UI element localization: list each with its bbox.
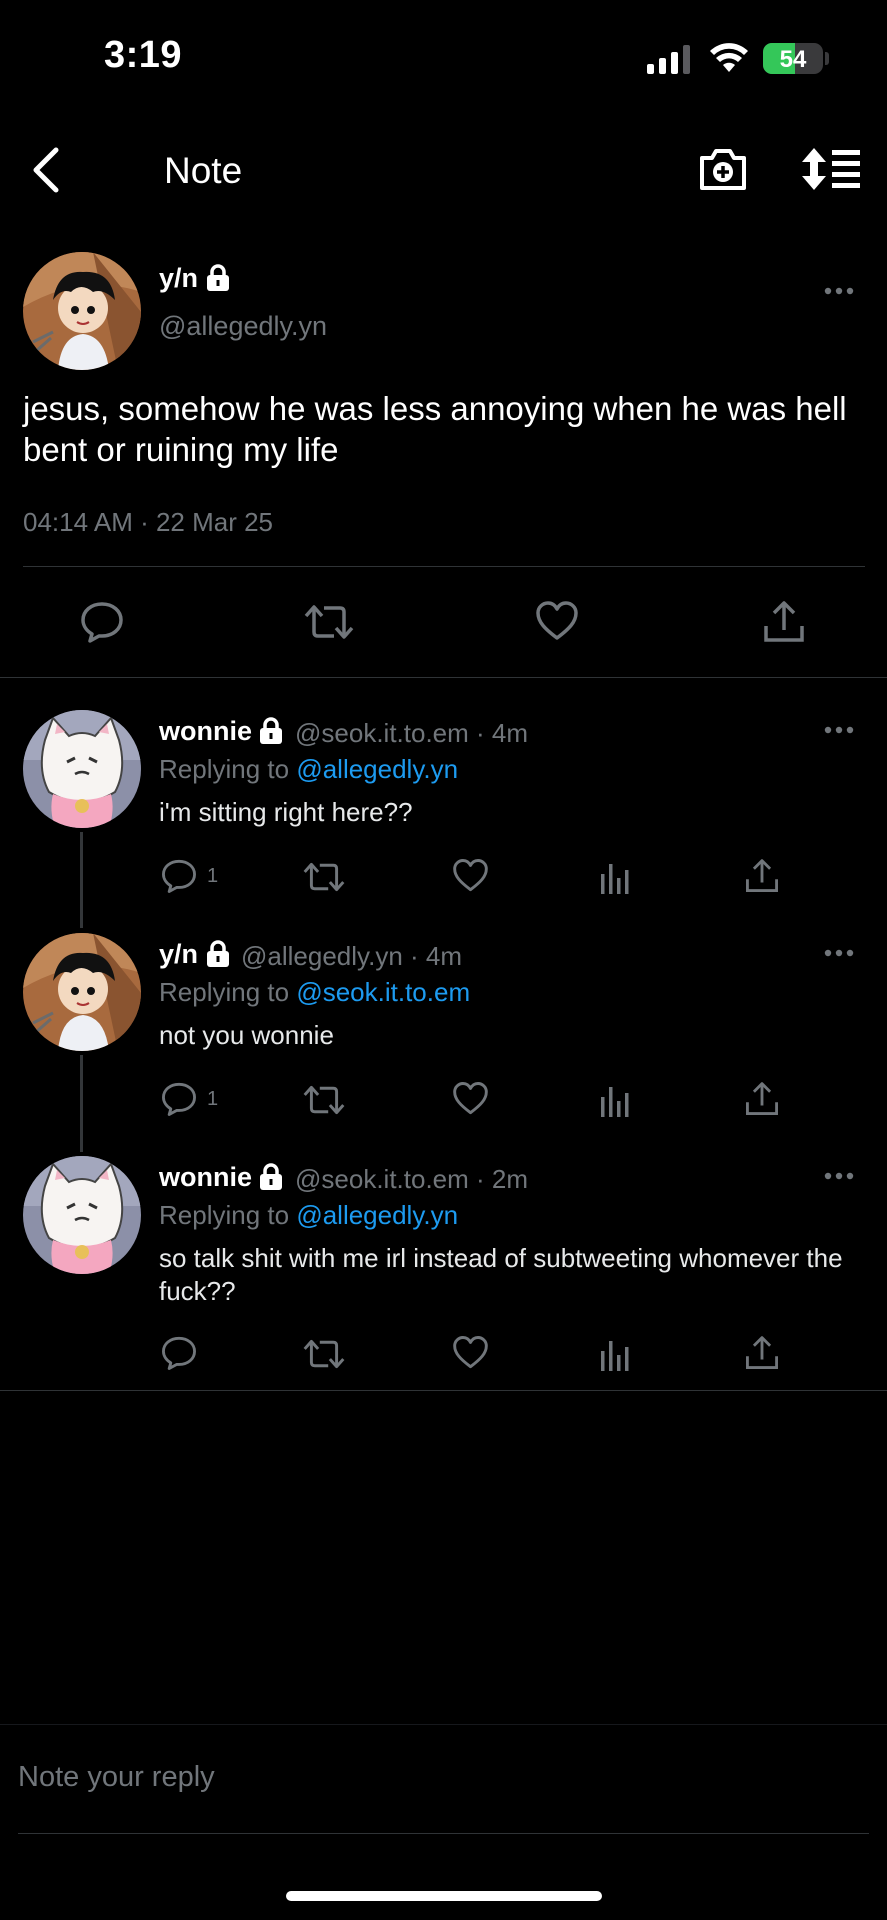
repost-icon <box>303 1339 345 1369</box>
battery-indicator: 54 <box>763 43 823 74</box>
more-options-icon[interactable] <box>824 287 854 295</box>
camera-plus-button[interactable] <box>698 146 748 192</box>
views-button[interactable] <box>600 1083 632 1117</box>
lock-icon <box>258 717 284 745</box>
page-title: Note <box>164 150 243 191</box>
like-button[interactable] <box>452 1081 489 1116</box>
share-icon <box>746 859 778 892</box>
share-button[interactable] <box>745 1335 779 1371</box>
reply-button[interactable] <box>161 1335 207 1371</box>
divider <box>0 1390 887 1391</box>
author-name[interactable]: wonnie <box>159 716 252 746</box>
reply-header: wonnie <box>159 1162 252 1193</box>
camera-plus-icon <box>700 149 746 190</box>
reply-count: 1 <box>207 1087 219 1110</box>
author-name[interactable]: y/n <box>159 939 198 969</box>
chevron-left-icon <box>33 147 59 193</box>
divider <box>18 1833 869 1834</box>
comment-icon <box>81 602 123 643</box>
author-handle[interactable]: @seok.it.to.em · 4m <box>295 718 528 749</box>
views-button[interactable] <box>600 1337 632 1371</box>
heart-icon <box>453 1082 488 1115</box>
like-button[interactable] <box>452 1335 489 1370</box>
lock-icon <box>258 1163 284 1191</box>
repost-button[interactable] <box>303 860 345 894</box>
share-button[interactable] <box>763 600 805 644</box>
reply-header: wonnie <box>159 716 252 747</box>
mention-link[interactable]: @allegedly.yn <box>296 1200 458 1230</box>
repost-button[interactable] <box>303 1083 345 1117</box>
share-icon <box>746 1336 778 1369</box>
analytics-icon <box>601 1087 629 1117</box>
reply-button[interactable] <box>80 600 124 644</box>
thread-line <box>80 832 83 928</box>
thread-line <box>80 1055 83 1152</box>
comment-icon <box>162 859 196 893</box>
divider <box>0 1724 887 1725</box>
comment-icon <box>162 1082 196 1116</box>
more-options-icon[interactable] <box>824 1172 854 1180</box>
sort-button[interactable] <box>802 146 862 192</box>
reply-count: 1 <box>207 864 219 887</box>
reply-text: so talk shit with me irl instead of subt… <box>159 1243 843 1306</box>
post-text: jesus, somehow he was less annoying when… <box>23 390 847 468</box>
reply-header: y/n <box>159 939 198 970</box>
author-name[interactable]: wonnie <box>159 1162 252 1192</box>
back-button[interactable] <box>30 146 64 194</box>
like-button[interactable] <box>452 858 489 893</box>
repost-icon <box>303 862 345 892</box>
comment-icon <box>162 1336 196 1370</box>
heart-icon <box>536 601 578 640</box>
share-button[interactable] <box>745 1081 779 1117</box>
reply-button[interactable]: 1 <box>161 1081 218 1117</box>
author-name[interactable]: y/n <box>159 263 198 294</box>
heart-icon <box>453 859 488 892</box>
divider <box>0 677 887 678</box>
divider <box>23 566 865 567</box>
share-icon <box>764 601 804 642</box>
repost-icon <box>304 605 354 639</box>
replying-to: Replying to @allegedly.yn <box>159 754 459 784</box>
analytics-icon <box>601 1341 629 1371</box>
reply-button[interactable]: 1 <box>161 858 218 894</box>
analytics-icon <box>601 864 629 894</box>
share-button[interactable] <box>745 858 779 894</box>
author-handle[interactable]: @seok.it.to.em · 2m <box>295 1164 528 1195</box>
reply-compose-input[interactable]: Note your reply <box>18 1761 215 1794</box>
reply-text: i'm sitting right here?? <box>159 797 413 827</box>
author-handle[interactable]: @allegedly.yn · 4m <box>241 941 462 972</box>
signal-icon <box>647 44 693 74</box>
home-indicator[interactable] <box>286 1891 602 1901</box>
views-button[interactable] <box>600 860 632 894</box>
reply-text: not you wonnie <box>159 1020 334 1050</box>
wifi-icon <box>709 42 749 73</box>
repost-icon <box>303 1085 345 1115</box>
status-time: 3:19 <box>104 34 183 76</box>
avatar[interactable] <box>23 1156 141 1274</box>
more-options-icon[interactable] <box>824 949 854 957</box>
battery-level: 54 <box>779 46 807 73</box>
post-timestamp: 04:14 AM · 22 Mar 25 <box>23 507 274 537</box>
author-handle[interactable]: @allegedly.yn <box>159 311 327 342</box>
mention-link[interactable]: @seok.it.to.em <box>296 977 470 1007</box>
more-options-icon[interactable] <box>824 726 854 734</box>
repost-button[interactable] <box>303 1337 345 1371</box>
repost-button[interactable] <box>304 602 354 642</box>
replying-to: Replying to @seok.it.to.em <box>159 977 471 1007</box>
battery-cap <box>825 52 829 65</box>
heart-icon <box>453 1336 488 1369</box>
mention-link[interactable]: @allegedly.yn <box>296 754 458 784</box>
avatar[interactable] <box>23 933 141 1051</box>
sort-list-icon <box>802 148 860 190</box>
lock-icon <box>205 940 231 968</box>
like-button[interactable] <box>535 600 579 642</box>
lock-icon <box>205 264 231 292</box>
share-icon <box>746 1082 778 1115</box>
avatar[interactable] <box>23 710 141 828</box>
replying-to: Replying to @allegedly.yn <box>159 1200 459 1230</box>
avatar[interactable] <box>23 252 141 370</box>
